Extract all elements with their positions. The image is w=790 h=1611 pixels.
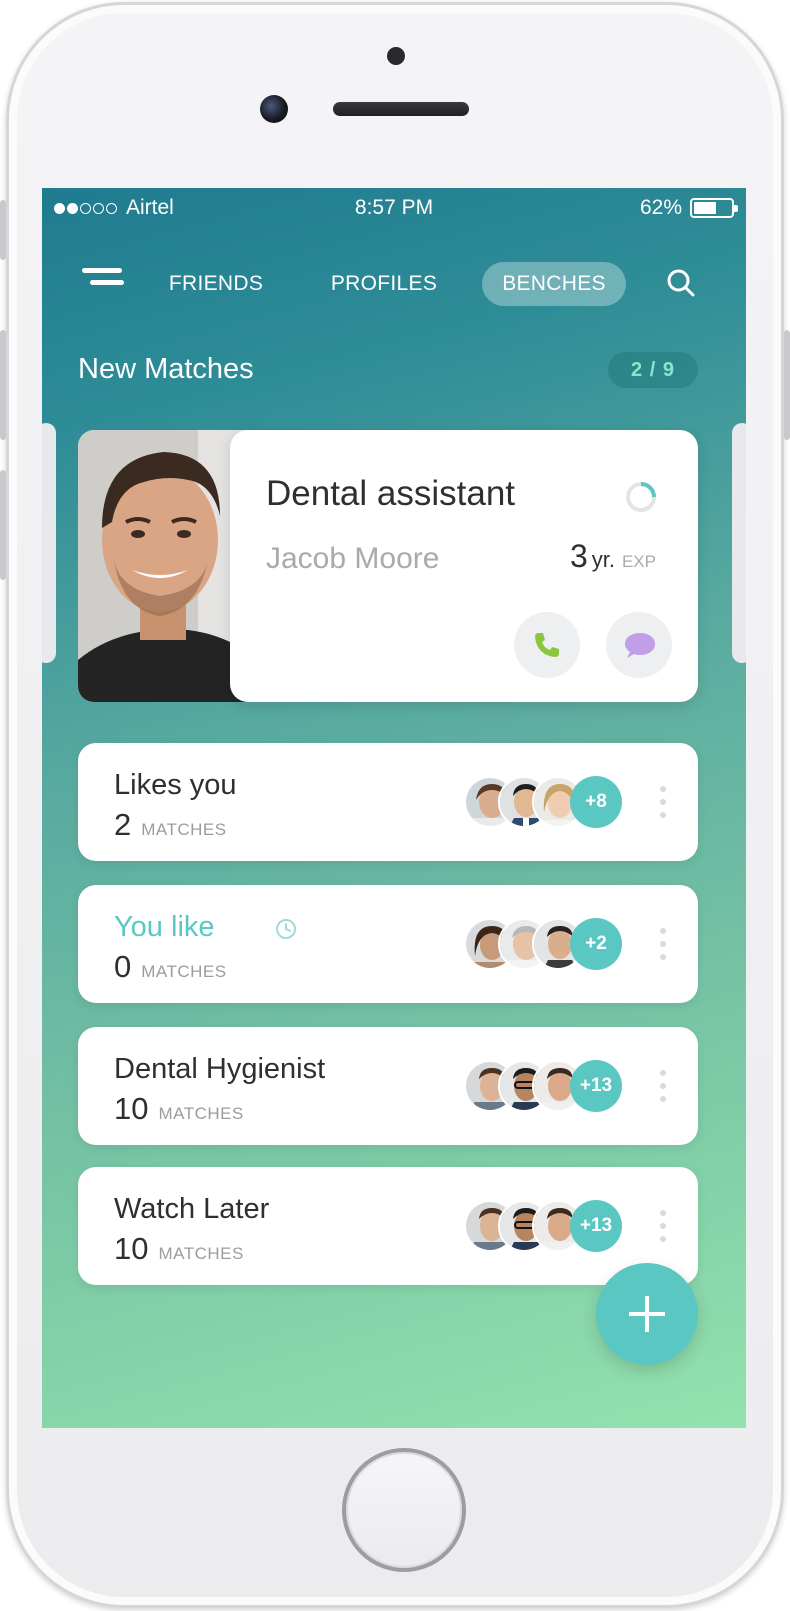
home-button[interactable] bbox=[342, 1448, 466, 1572]
front-camera bbox=[260, 95, 288, 123]
tab-profiles[interactable]: PROFILES bbox=[324, 262, 444, 306]
match-count-label: MATCHES bbox=[158, 1104, 244, 1123]
experience-unit: yr. bbox=[591, 547, 615, 572]
list-card-title: You like bbox=[114, 911, 215, 943]
job-title: Dental assistant bbox=[266, 474, 516, 513]
power-button bbox=[784, 330, 790, 440]
volume-down-button bbox=[0, 470, 6, 580]
list-card-watch-later[interactable]: Watch Later 10 MATCHES +13 bbox=[78, 1167, 698, 1285]
list-card-title: Dental Hygienist bbox=[114, 1053, 326, 1085]
loading-spinner-icon bbox=[626, 482, 656, 512]
battery-percent: 62% bbox=[639, 196, 682, 219]
avatar-stack[interactable]: +2 bbox=[464, 918, 636, 970]
match-count-label: MATCHES bbox=[141, 962, 227, 981]
more-count-badge[interactable]: +13 bbox=[570, 1060, 622, 1112]
chat-bubble-icon bbox=[625, 633, 655, 658]
match-count: 2 bbox=[114, 807, 132, 842]
list-card-count: 2 MATCHES bbox=[114, 807, 227, 843]
list-card-dental-hygienist[interactable]: Dental Hygienist 10 MATCHES +13 bbox=[78, 1027, 698, 1145]
avatar-stack[interactable]: +13 bbox=[464, 1200, 636, 1252]
experience-years: 3 bbox=[569, 538, 588, 574]
more-options-icon[interactable] bbox=[656, 784, 670, 820]
list-card-likes-you[interactable]: Likes you 2 MATCHES +8 bbox=[78, 743, 698, 861]
list-card-title: Likes you bbox=[114, 769, 237, 801]
battery-status: 62% bbox=[639, 196, 738, 220]
match-count: 10 bbox=[114, 1091, 149, 1126]
top-nav: FRIENDS PROFILES BENCHES bbox=[42, 248, 746, 308]
list-card-count: 10 MATCHES bbox=[114, 1231, 244, 1267]
list-card-title: Watch Later bbox=[114, 1193, 270, 1225]
battery-icon bbox=[690, 198, 738, 218]
status-bar: Airtel 8:57 PM 62% bbox=[42, 188, 746, 228]
mute-switch bbox=[0, 200, 6, 260]
app-screen: Airtel 8:57 PM 62% FRIENDS PROFILES BENC… bbox=[42, 188, 746, 1428]
earpiece-speaker bbox=[333, 102, 469, 116]
more-count-badge[interactable]: +2 bbox=[570, 918, 622, 970]
match-card[interactable]: Dental assistant Jacob Moore 3 yr. EXP bbox=[230, 430, 698, 702]
plus-icon bbox=[629, 1296, 665, 1332]
previous-card-peek[interactable] bbox=[42, 423, 56, 663]
experience-tag: EXP bbox=[621, 552, 656, 571]
match-count: 0 bbox=[114, 949, 132, 984]
clock-icon bbox=[276, 919, 296, 939]
match-count-label: MATCHES bbox=[158, 1244, 244, 1263]
pager-badge: 2 / 9 bbox=[608, 352, 698, 388]
avatar-stack[interactable]: +13 bbox=[464, 1060, 636, 1112]
more-count-badge[interactable]: +8 bbox=[570, 776, 622, 828]
search-icon[interactable] bbox=[666, 268, 696, 298]
tab-friends[interactable]: FRIENDS bbox=[156, 262, 276, 306]
match-count-label: MATCHES bbox=[141, 820, 227, 839]
volume-up-button bbox=[0, 330, 6, 440]
more-options-icon[interactable] bbox=[656, 1208, 670, 1244]
match-count: 10 bbox=[114, 1231, 149, 1266]
add-button[interactable] bbox=[596, 1263, 698, 1365]
call-button[interactable] bbox=[514, 612, 580, 678]
chat-button[interactable] bbox=[606, 612, 672, 678]
list-card-count: 10 MATCHES bbox=[114, 1091, 244, 1127]
next-card-peek[interactable] bbox=[732, 423, 746, 663]
list-card-you-like[interactable]: You like 0 MATCHES +2 bbox=[78, 885, 698, 1003]
more-options-icon[interactable] bbox=[656, 1068, 670, 1104]
tab-benches[interactable]: BENCHES bbox=[482, 262, 626, 306]
person-name: Jacob Moore bbox=[266, 542, 440, 575]
more-count-badge[interactable]: +13 bbox=[570, 1200, 622, 1252]
more-options-icon[interactable] bbox=[656, 926, 670, 962]
phone-icon bbox=[535, 633, 559, 657]
hamburger-icon[interactable] bbox=[78, 266, 126, 292]
avatar-stack[interactable]: +8 bbox=[464, 776, 636, 828]
list-card-count: 0 MATCHES bbox=[114, 949, 227, 985]
experience: 3 yr. EXP bbox=[570, 538, 656, 575]
section-title: New Matches bbox=[78, 353, 254, 385]
profile-photo[interactable] bbox=[78, 430, 254, 702]
proximity-sensor bbox=[387, 47, 405, 65]
